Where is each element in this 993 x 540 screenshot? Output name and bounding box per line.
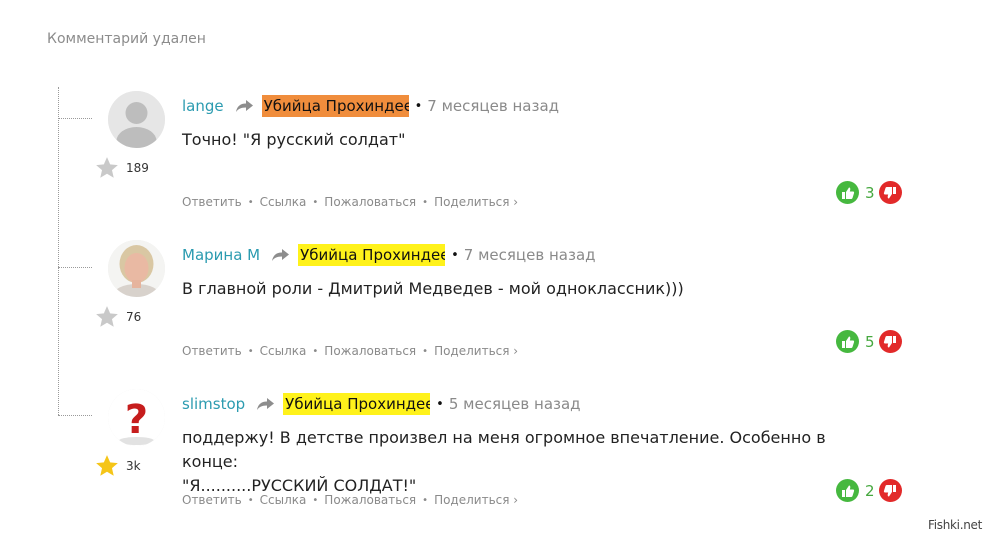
thumbs-down-icon[interactable] — [878, 330, 902, 353]
vote-panel: 5 — [836, 330, 902, 353]
rating-count: 76 — [126, 310, 142, 324]
avatar[interactable]: ? — [108, 389, 165, 446]
reply-to-user[interactable]: Убийца Прохиндеев — [298, 244, 446, 266]
site-watermark: Fishki.net — [928, 518, 983, 532]
comment-text: В главной роли - Дмитрий Медведев - мой … — [182, 279, 684, 298]
reply-link[interactable]: Ответить — [182, 493, 242, 507]
vote-count: 3 — [865, 183, 875, 202]
star-icon — [94, 304, 120, 330]
vote-panel: 2 — [836, 479, 902, 502]
share-link[interactable]: Поделиться › — [434, 344, 518, 358]
permalink-link[interactable]: Ссылка — [260, 195, 307, 209]
thumbs-up-icon[interactable] — [836, 330, 859, 353]
thumbs-down-icon[interactable] — [878, 181, 902, 204]
avatar[interactable] — [108, 91, 165, 148]
deleted-comment-notice: Комментарий удален — [47, 31, 206, 47]
permalink-link[interactable]: Ссылка — [260, 493, 307, 507]
comment: 189 lange Убийца Прохиндеев • 7 месяцев … — [0, 88, 993, 228]
reply-to-user[interactable]: Убийца Прохиндеев — [283, 393, 431, 415]
star-icon — [94, 453, 120, 479]
reply-arrow-icon — [255, 396, 275, 412]
comment-actions: Ответить • Ссылка • Пожаловаться • Поделить… — [182, 344, 519, 358]
comment-time[interactable]: 7 месяцев назад — [464, 246, 596, 264]
rating-count: 189 — [126, 161, 149, 175]
reply-link[interactable]: Ответить — [182, 195, 242, 209]
comment: 76 Марина М Убийца Прохиндеев • 7 месяце… — [0, 237, 993, 377]
comment-actions: Ответить • Ссылка • Пожаловаться • Поделить… — [182, 493, 519, 507]
separator-dot: • — [451, 247, 459, 263]
star-icon — [94, 155, 120, 181]
report-link[interactable]: Пожаловаться — [324, 195, 416, 209]
rating-count: 3k — [126, 459, 141, 473]
report-link[interactable]: Пожаловаться — [324, 493, 416, 507]
comment: ? 3k slimstop Убийца Прохиндеев • 5 меся… — [0, 386, 993, 526]
reply-to-user[interactable]: Убийца Прохиндеев — [261, 95, 409, 117]
comment-text: Точно! "Я русский солдат" — [182, 130, 406, 149]
comment-time[interactable]: 7 месяцев назад — [427, 97, 559, 115]
share-link[interactable]: Поделиться › — [434, 195, 518, 209]
reply-arrow-icon — [270, 247, 290, 263]
thumbs-up-icon[interactable] — [836, 181, 859, 204]
author-link[interactable]: Марина М — [182, 246, 260, 264]
comment-actions: Ответить • Ссылка • Пожаловаться • Поделить… — [182, 195, 519, 209]
share-link[interactable]: Поделиться › — [434, 493, 518, 507]
reply-arrow-icon — [234, 98, 254, 114]
user-rating: 189 — [94, 155, 149, 181]
vote-panel: 3 — [836, 181, 902, 204]
user-rating: 76 — [94, 304, 141, 330]
report-link[interactable]: Пожаловаться — [324, 344, 416, 358]
thumbs-up-icon[interactable] — [836, 479, 859, 502]
reply-link[interactable]: Ответить — [182, 344, 242, 358]
avatar[interactable] — [108, 240, 165, 297]
separator-dot: • — [414, 98, 423, 114]
comment-time[interactable]: 5 месяцев назад — [449, 395, 581, 413]
permalink-link[interactable]: Ссылка — [260, 344, 307, 358]
author-link[interactable]: lange — [182, 97, 224, 115]
vote-count: 2 — [865, 481, 875, 500]
author-link[interactable]: slimstop — [182, 395, 245, 413]
vote-count: 5 — [865, 332, 875, 351]
comment-text-line: поддержу! В детстве произвел на меня огр… — [182, 428, 826, 471]
separator-dot: • — [436, 396, 444, 412]
svg-text:?: ? — [125, 397, 148, 443]
comment-text: поддержу! В детстве произвел на меня огр… — [182, 426, 882, 498]
user-rating: 3k — [94, 453, 141, 479]
thumbs-down-icon[interactable] — [878, 479, 902, 502]
